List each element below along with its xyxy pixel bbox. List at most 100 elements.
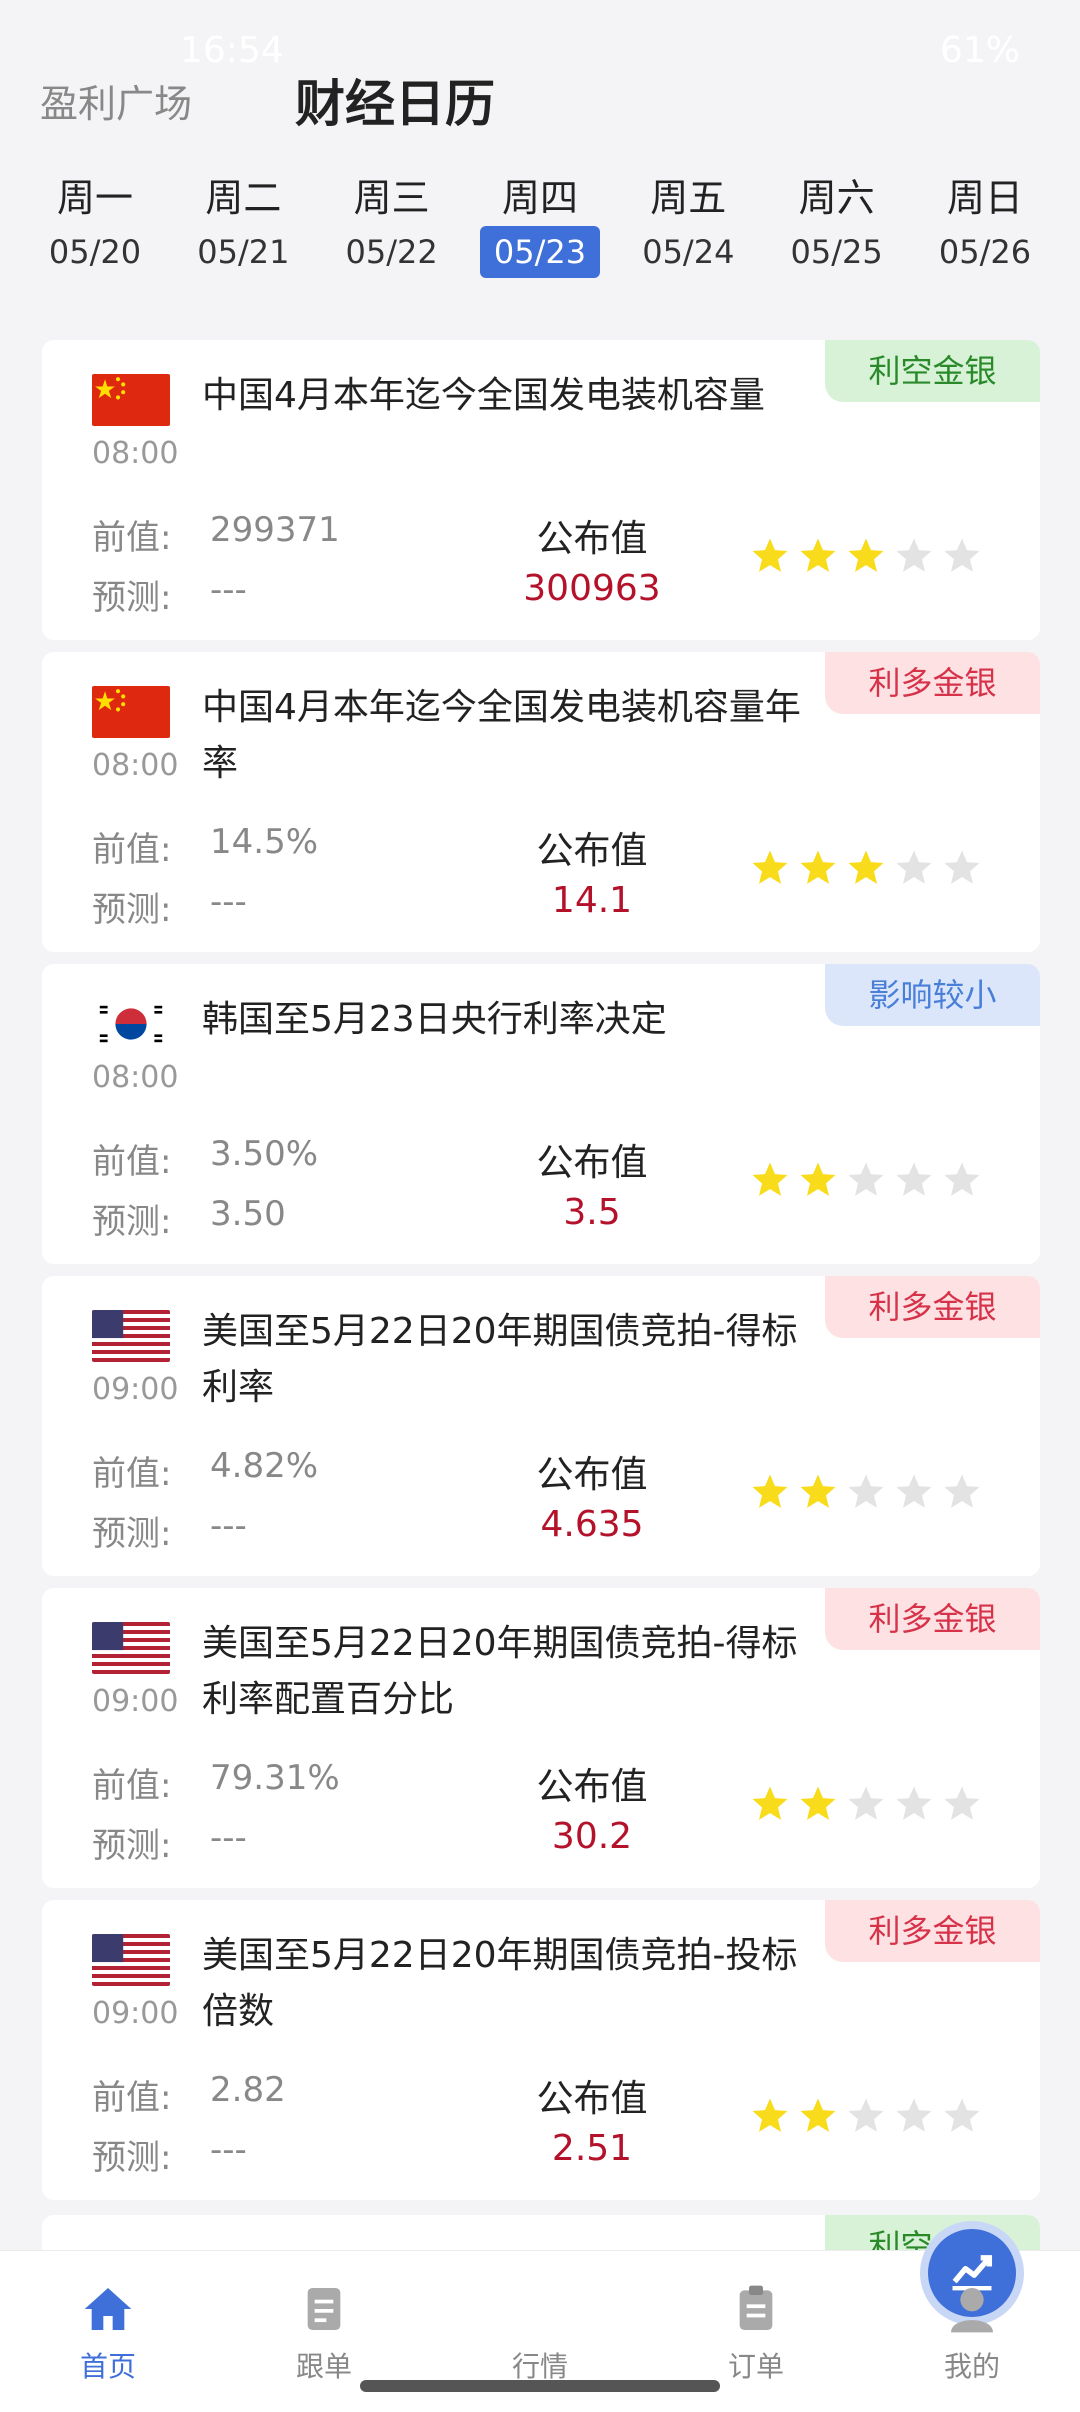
event-card[interactable]: 利多金银 09:00 美国至5月22日20年期国债竞拍-投标倍数 前值: 2.82 预测:… <box>42 1900 1040 2200</box>
nav-label: 行情 <box>511 2350 568 2383</box>
usa-flag <box>92 1622 170 1674</box>
star-filled-icon <box>800 1786 836 1820</box>
star-empty-icon <box>944 1474 980 1508</box>
china-flag <box>92 374 170 426</box>
impact-badge: 利多金银 <box>825 652 1040 714</box>
event-card[interactable]: 影响较小 08:00 韩国至5月23日央行利率决定 前值: 3.50% 预测: 3.50 公布… <box>42 964 1040 1264</box>
day-name: 周二 <box>205 176 282 220</box>
event-time: 08:00 <box>92 748 179 783</box>
day-tue[interactable]: 周二 05/21 <box>178 170 308 290</box>
previous-value: 3.50% <box>210 1134 319 1174</box>
nav-orders[interactable]: 订单 <box>648 2251 864 2401</box>
star-empty-icon <box>944 850 980 884</box>
event-list: 利空金银 08:00 中国4月本年迄今全国发电装机容量 前值: 299371 预测: ---… <box>42 340 1040 2212</box>
published-label: 公布值 <box>536 1453 648 1496</box>
published-label: 公布值 <box>536 517 648 560</box>
star-empty-icon <box>848 2098 884 2132</box>
published-value: 30.2 <box>551 1816 633 1857</box>
forecast-label: 预测: <box>92 1202 172 1242</box>
star-filled-icon <box>800 2098 836 2132</box>
day-date: 05/24 <box>642 233 735 271</box>
event-card[interactable]: 利多金银 09:00 美国至5月22日20年期国债竞拍-得标利率配置百分比 前值: 79… <box>42 1588 1040 1888</box>
document-icon <box>307 2288 341 2330</box>
day-wed[interactable]: 周三 05/22 <box>327 170 457 290</box>
forecast-value: --- <box>210 1506 247 1546</box>
usa-flag <box>92 1934 170 1986</box>
star-empty-icon <box>896 1786 932 1820</box>
event-title: 中国4月本年迄今全国发电装机容量 <box>202 375 765 416</box>
day-date: 05/25 <box>790 233 883 271</box>
star-filled-icon <box>752 1474 788 1508</box>
forecast-label: 预测: <box>92 890 172 930</box>
star-empty-icon <box>944 1162 980 1196</box>
nav-follow[interactable]: 跟单 <box>216 2251 432 2401</box>
star-filled-icon <box>800 1474 836 1508</box>
star-empty-icon <box>848 1474 884 1508</box>
forecast-value: --- <box>210 882 247 922</box>
published-label: 公布值 <box>536 1765 648 1808</box>
day-fri[interactable]: 周五 05/24 <box>623 170 753 290</box>
star-empty-icon <box>848 1162 884 1196</box>
event-time: 08:00 <box>92 1060 179 1095</box>
day-date: 05/21 <box>197 233 290 271</box>
published-label: 公布值 <box>536 829 648 872</box>
event-card[interactable]: 利多金银 09:00 美国至5月22日20年期国债竞拍-得标利率 前值: 4.82% 预测… <box>42 1276 1040 1576</box>
forecast-value: --- <box>210 570 247 610</box>
home-icon <box>84 2288 132 2330</box>
nav-profile[interactable]: 我的 <box>864 2251 1080 2401</box>
korea-flag <box>92 998 170 1050</box>
day-sat[interactable]: 周六 05/25 <box>772 170 902 290</box>
forecast-value: 3.50 <box>210 1194 286 1234</box>
day-mon[interactable]: 周一 05/20 <box>30 170 160 290</box>
event-title: 美国至5月22日20年期国债竞拍-得标利率 <box>202 1311 798 1408</box>
star-filled-icon <box>848 850 884 884</box>
published-value: 300963 <box>523 568 661 609</box>
nav-market[interactable]: 行情 <box>432 2221 1024 2401</box>
star-filled-icon <box>800 538 836 572</box>
published-label: 公布值 <box>536 2077 648 2120</box>
previous-label: 前值: <box>92 1142 172 1182</box>
previous-value: 2.82 <box>210 2070 286 2110</box>
published-value: 2.51 <box>551 2128 633 2169</box>
impact-badge: 利多金银 <box>825 1588 1040 1650</box>
previous-label: 前值: <box>92 1454 172 1494</box>
event-card[interactable]: 利多金银 08:00 中国4月本年迄今全国发电装机容量年率 前值: 14.5% 预测: --… <box>42 652 1040 952</box>
day-name: 周三 <box>353 176 430 220</box>
previous-label: 前值: <box>92 518 172 558</box>
forecast-label: 预测: <box>92 1514 172 1554</box>
tab-profit-plaza[interactable]: 盈利广场 <box>40 73 192 128</box>
previous-value: 4.82% <box>210 1446 319 1486</box>
nav-label: 首页 <box>79 2350 136 2383</box>
event-title: 韩国至5月23日央行利率决定 <box>202 999 667 1040</box>
forecast-value: --- <box>210 1818 247 1858</box>
tab-financial-calendar[interactable]: 财经日历 <box>295 64 495 136</box>
published-value: 14.1 <box>551 880 633 921</box>
star-empty-icon <box>896 2098 932 2132</box>
event-card-partial[interactable]: 利空金银 <box>42 2215 1040 2255</box>
day-name: 周六 <box>798 176 875 220</box>
event-card[interactable]: 利空金银 08:00 中国4月本年迄今全国发电装机容量 前值: 299371 预测: ---… <box>42 340 1040 640</box>
day-name: 周日 <box>946 176 1023 220</box>
nav-label: 我的 <box>943 2350 1000 2383</box>
day-sun[interactable]: 周日 05/26 <box>920 170 1050 290</box>
home-indicator <box>360 2380 720 2392</box>
header: 盈利广场 财经日历 <box>0 50 1080 150</box>
forecast-label: 预测: <box>92 1826 172 1866</box>
previous-label: 前值: <box>92 830 172 870</box>
day-name: 周四 <box>501 176 578 220</box>
day-name: 周一 <box>56 176 133 220</box>
star-empty-icon <box>944 538 980 572</box>
impact-badge: 利多金银 <box>825 1900 1040 1962</box>
event-time: 08:00 <box>92 436 179 471</box>
day-date: 05/26 <box>938 233 1032 271</box>
event-time: 09:00 <box>92 1996 179 2031</box>
nav-home[interactable]: 首页 <box>0 2251 216 2401</box>
event-title: 美国至5月22日20年期国债竞拍-投标倍数 <box>202 1935 798 2032</box>
day-thu[interactable]: 周四 05/23 <box>475 170 605 290</box>
impact-badge: 影响较小 <box>825 964 1040 1026</box>
clipboard-icon <box>739 2285 773 2330</box>
event-title: 美国至5月22日20年期国债竞拍-得标利率配置百分比 <box>202 1623 798 1720</box>
star-empty-icon <box>896 1162 932 1196</box>
event-time: 09:00 <box>92 1372 179 1407</box>
forecast-value: --- <box>210 2130 247 2170</box>
